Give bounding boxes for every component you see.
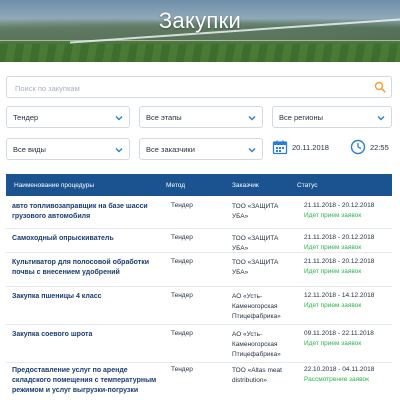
search-icon[interactable] [374,81,386,93]
customer-cell: АО «Усть-Каменогорская Птицефабрика» [232,331,281,358]
table-header: Наименование процедуры Метод Заказчик Ст… [6,174,392,196]
column-header-name[interactable]: Наименование процедуры [14,182,94,189]
customer-cell: ТОО «Altas meat distribution» [232,367,282,384]
procurement-table: Наименование процедуры Метод Заказчик Ст… [6,174,392,400]
column-header-status[interactable]: Статус [297,182,318,189]
dates-cell: 21.11.2018 - 20.12.2018 [304,234,375,241]
regions-select[interactable]: Все регионы [272,106,392,128]
status-label: Идет прием заявок [304,244,362,251]
status-label: Идет прием заявок [304,268,362,275]
table-row[interactable]: Самоходный опрыскиватель Тендер ТОО «ЗАЩ… [6,228,392,253]
procedure-name-link[interactable]: Самоходный опрыскиватель [12,234,162,244]
column-header-method[interactable]: Метод [166,182,185,189]
date-value: 20.11.2018 [292,143,329,152]
table-row[interactable]: Культиватор для полосовой обработки почв… [6,252,392,287]
type-select-value: Тендер [13,113,39,122]
chevron-down-icon [115,116,123,121]
method-cell: Тендер [171,258,193,265]
clock-icon[interactable] [350,139,366,155]
procedure-name-link[interactable]: Закупка соевого шрота [12,330,162,340]
dates-cell: 22.10.2018 - 04.11.2018 [304,366,375,373]
status-label: Рассмотрение заявок [304,376,369,383]
time-picker[interactable]: 22:55 [350,138,392,160]
procedure-name-link[interactable]: Культиватор для полосовой обработки почв… [12,258,162,278]
stages-select-value: Все этапы [146,113,182,122]
search-input[interactable] [13,79,357,97]
method-cell: Тендер [171,330,193,337]
dates-cell: 12.11.2018 - 14.12.2018 [304,292,375,299]
type-select[interactable]: Тендер [6,106,130,128]
kinds-select-value: Все виды [13,145,46,154]
page-title: Закупки [158,8,242,33]
table-row[interactable]: Закупка пшеницы 4 класс Тендер АО «Усть-… [6,286,392,325]
dates-cell: 21.11.2018 - 20.12.2018 [304,258,375,265]
customer-cell: АО «Усть-Каменогорская Птицефабрика» [232,293,281,320]
calendar-icon[interactable] [272,139,288,155]
procedure-name-link[interactable]: Предоставление услуг по аренде складског… [12,366,162,396]
customer-cell: ТОО «ЗАЩИТА УБА» [232,203,279,220]
customer-cell: ТОО «ЗАЩИТА УБА» [232,235,279,252]
status-label: Идет прием заявок [304,340,362,347]
chevron-down-icon [248,116,256,121]
method-cell: Тендер [171,202,193,209]
status-label: Идет прием заявок [304,302,362,309]
method-cell: Тендер [171,292,193,299]
time-value: 22:55 [370,143,389,152]
chevron-down-icon [377,116,385,121]
stages-select[interactable]: Все этапы [139,106,263,128]
method-cell: Тендер [171,366,193,373]
customers-select-value: Все заказчики [146,145,195,154]
column-header-customer[interactable]: Заказчик [232,182,259,189]
dates-cell: 21.11.2018 - 20.12.2018 [304,202,375,209]
status-label: Идет прием заявок [304,212,362,219]
search-box[interactable] [6,76,392,98]
table-row[interactable]: авто топливозаправщик на базе шасси груз… [6,196,392,229]
header-banner: Закупки [0,0,400,62]
chevron-down-icon [248,148,256,153]
procedure-name-link[interactable]: авто топливозаправщик на базе шасси груз… [12,202,162,222]
date-picker[interactable]: 20.11.2018 [272,138,344,160]
customers-select[interactable]: Все заказчики [139,138,263,160]
table-row[interactable]: Предоставление услуг по аренде складског… [6,362,392,400]
customer-cell: ТОО «ЗАЩИТА УБА» [232,259,279,276]
chevron-down-icon [115,148,123,153]
kinds-select[interactable]: Все виды [6,138,130,160]
regions-select-value: Все регионы [279,113,323,122]
procedure-name-link[interactable]: Закупка пшеницы 4 класс [12,292,162,302]
table-row[interactable]: Закупка соевого шрота Тендер АО «Усть-Ка… [6,324,392,363]
method-cell: Тендер [171,234,193,241]
dates-cell: 09.11.2018 - 22.11.2018 [304,330,374,337]
banner-field [0,44,400,62]
